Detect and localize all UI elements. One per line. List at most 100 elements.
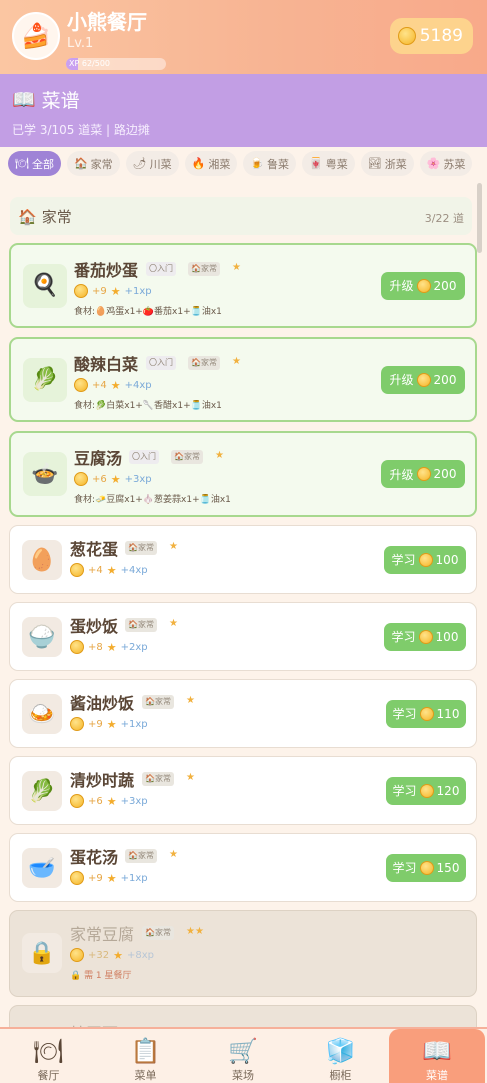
- difficulty-stars: ★★: [186, 926, 204, 937]
- filter-chip-label: 粤菜: [325, 157, 348, 171]
- coin-reward: +8: [88, 641, 103, 653]
- coin-icon: [70, 871, 84, 885]
- dish-name: 清炒时蔬: [70, 771, 135, 790]
- filter-chip-1[interactable]: 🏠 家常: [66, 151, 120, 176]
- dish-icon-box: 🥬: [23, 357, 67, 402]
- rice-bowl-icon: 🍚: [28, 624, 56, 650]
- cake-icon: 🍰: [21, 22, 51, 50]
- upgrade-button[interactable]: 升级 200: [381, 460, 465, 488]
- chili-icon: 🌶: [132, 157, 147, 170]
- category-tag: 🏠家常: [142, 695, 174, 709]
- curry-rice-icon: 🍛: [28, 701, 56, 727]
- upgrade-button[interactable]: 升级 200: [381, 271, 465, 300]
- button-label: 学习: [391, 630, 416, 644]
- button-label: 学习: [392, 784, 417, 798]
- filter-chip-2[interactable]: 🌶 川菜: [125, 151, 179, 176]
- learn-button[interactable]: 学习 100: [384, 622, 466, 651]
- recipe-card[interactable]: 🥣 蛋花汤 🏠家常 ★ +9 ★ +1xp 学习 150: [9, 833, 477, 902]
- button-label: 升级: [389, 373, 414, 387]
- recipe-card[interactable]: 🍳 番茄炒蛋 〇入门 🏠家常 ★ +9 ★ +1xp 食材:🥚鸡蛋x1+🍅番茄x1+🫙油x1 升级…: [9, 243, 477, 328]
- coin-icon: [70, 948, 84, 962]
- book-icon: 📖: [422, 1037, 452, 1065]
- xp-reward: +3xp: [124, 473, 152, 485]
- learned-summary: 已学 3/105 道菜 | 路边摊: [12, 123, 150, 137]
- category-tag: 🏠家常: [142, 926, 174, 940]
- difficulty-stars: ★: [186, 772, 195, 783]
- coin-reward: +4: [88, 564, 103, 576]
- dish-name: 酸辣白菜: [74, 355, 139, 374]
- pan-icon: 🍳: [31, 273, 59, 298]
- recipe-card[interactable]: 🍚 蛋炒饭 🏠家常 ★ +8 ★ +2xp 学习 100: [9, 602, 477, 671]
- learn-button[interactable]: 学习 120: [386, 776, 466, 805]
- nav-label: 橱柜: [329, 1069, 352, 1082]
- coin-reward: +6: [88, 795, 103, 807]
- filter-chip-7[interactable]: 🌸 苏菜: [419, 151, 473, 176]
- category-tag: 🏠家常: [188, 262, 220, 276]
- coin-amount: 5189: [419, 26, 463, 46]
- star-icon: ★: [106, 871, 117, 885]
- xp-reward: +4xp: [124, 379, 152, 391]
- nav-item-4[interactable]: 📖 菜谱: [389, 1029, 485, 1083]
- cabbage-icon: 🥬: [31, 367, 59, 392]
- coin-icon: [70, 640, 84, 654]
- coin-icon: [419, 860, 434, 875]
- learn-button[interactable]: 学习 100: [384, 545, 466, 574]
- filter-chip-3[interactable]: 🔥 湘菜: [184, 151, 238, 176]
- category-tag: 🏠家常: [125, 541, 157, 555]
- soup-icon: 🍲: [31, 461, 59, 487]
- difficulty-stars: ★: [169, 849, 178, 860]
- recipe-card[interactable]: 🍛 酱油炒饭 🏠家常 ★ +9 ★ +1xp 学习 110: [9, 679, 477, 748]
- filter-chip-5[interactable]: 🀄 粤菜: [302, 151, 355, 176]
- fire-icon: 🔥: [191, 157, 206, 170]
- recipe-card[interactable]: 🥬 清炒时蔬 🏠家常 ★ +6 ★ +3xp 学习 120: [9, 756, 477, 825]
- dish-icon-box: 🥣: [22, 848, 62, 888]
- reward-row: +9 ★ +1xp: [70, 717, 148, 731]
- recipe-banner: 📖 菜谱 已学 3/105 道菜 | 路边摊: [0, 74, 487, 147]
- coin-balance[interactable]: 5189: [389, 18, 473, 54]
- dish-name: 豆腐汤: [74, 449, 123, 468]
- restaurant-avatar[interactable]: 🍰: [12, 12, 60, 60]
- reward-row: +4 ★ +4xp: [74, 378, 152, 392]
- learn-button[interactable]: 学习 150: [386, 853, 466, 882]
- recipe-card[interactable]: 🔒 家常豆腐 🏠家常 ★★ +32 ★ +8xp 🔒 需 1 星餐厅: [9, 910, 477, 997]
- coin-icon: [416, 278, 431, 293]
- coin-reward: +9: [88, 872, 103, 884]
- nav-item-2[interactable]: 🛒 菜场: [194, 1029, 292, 1083]
- recipe-card[interactable]: 🍲 豆腐汤 〇入门 🏠家常 ★ +6 ★ +3xp 食材:🧈豆腐x1+🧄葱姜蒜x1+🫙油x1 升级…: [9, 431, 477, 517]
- filter-chip-label: 家常: [90, 157, 113, 171]
- button-price: 200: [433, 372, 457, 387]
- coin-reward: +9: [88, 718, 103, 730]
- nav-item-0[interactable]: 🍽 餐厅: [0, 1029, 97, 1083]
- coin-icon: [397, 27, 416, 45]
- star-icon: ★: [110, 284, 121, 298]
- star-icon: ★: [113, 948, 123, 962]
- dish-name: 蛋花汤: [70, 848, 119, 867]
- dish-icon-box: 🍳: [23, 263, 67, 308]
- ice-cabinet-icon: 🧊: [325, 1037, 356, 1065]
- learn-button[interactable]: 学习 110: [386, 699, 466, 728]
- landscape-icon: 🏞: [367, 157, 382, 170]
- filter-chip-label: 苏菜: [443, 157, 466, 171]
- category-tag: 🏠家常: [125, 618, 157, 632]
- button-label: 升级: [389, 467, 414, 482]
- lock-requirement: 🔒 需 1 星餐厅: [70, 971, 132, 981]
- star-icon: ★: [106, 640, 117, 654]
- category-tag: 🏠家常: [142, 772, 174, 786]
- dish-name: 家常豆腐: [70, 925, 135, 944]
- filter-chip-6[interactable]: 🏞 浙菜: [360, 151, 414, 176]
- upgrade-button[interactable]: 升级 200: [381, 365, 465, 394]
- recipe-card[interactable]: 🥬 酸辣白菜 〇入门 🏠家常 ★ +4 ★ +4xp 食材:🥬白菜x1+🥄香醋x1+🫙油x1 升级…: [9, 337, 477, 422]
- scrollbar[interactable]: [477, 183, 482, 253]
- difficulty-stars: ★: [169, 618, 178, 629]
- category-count: 3/22 道: [424, 212, 464, 225]
- nav-item-1[interactable]: 📋 菜单: [97, 1029, 194, 1083]
- filter-chip-label: 湘菜: [208, 157, 231, 171]
- nav-item-3[interactable]: 🧊 橱柜: [292, 1029, 389, 1083]
- recipe-card[interactable]: 🥚 葱花蛋 🏠家常 ★ +4 ★ +4xp 学习 100: [9, 525, 477, 594]
- filter-chip-4[interactable]: 🍺 鲁菜: [243, 151, 297, 176]
- difficulty-stars: ★: [232, 262, 241, 273]
- coin-icon: [70, 794, 84, 808]
- category-header: 🏠 家常 3/22 道: [10, 197, 472, 235]
- reward-row: +6 ★ +3xp: [70, 794, 148, 808]
- filter-chip-0[interactable]: 🍽 全部: [8, 151, 61, 176]
